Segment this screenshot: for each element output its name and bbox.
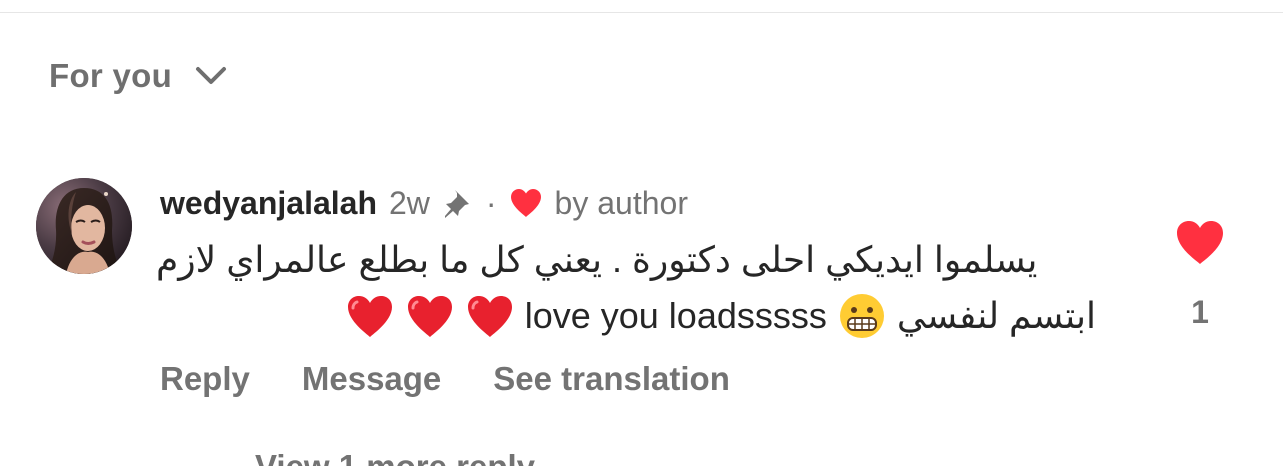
see-translation-button[interactable]: See translation <box>493 360 730 398</box>
reply-button[interactable]: Reply <box>160 360 250 398</box>
comment-time: 2w <box>388 184 430 221</box>
comment-text: يسلموا ايديكي احلى دكتورة . يعني كل ما ب… <box>156 232 1096 344</box>
comment-text-english: love you loadsssss <box>524 295 827 336</box>
like-count: 1 <box>1191 294 1209 330</box>
message-button[interactable]: Message <box>302 360 441 398</box>
red-heart-emoji <box>467 296 512 337</box>
username[interactable]: wedyanjalalah <box>160 185 377 222</box>
chevron-down-icon <box>196 67 227 84</box>
top-divider <box>0 12 1283 13</box>
like-heart-icon[interactable] <box>1174 218 1226 266</box>
red-heart-emoji <box>407 296 452 337</box>
heart-icon <box>510 189 541 217</box>
comment-text-line-2: love you loadsssss ابتسم لنفسي <box>156 288 1096 344</box>
view-replies-button[interactable]: View 1 more reply <box>255 448 535 466</box>
separator-dot: · <box>485 184 497 221</box>
avatar-image <box>36 178 132 274</box>
by-author-label: by author <box>554 184 688 221</box>
comment-actions: Reply Message See translation <box>160 360 730 398</box>
grimacing-face-emoji <box>839 294 884 338</box>
sort-dropdown[interactable]: For you <box>49 53 228 99</box>
avatar[interactable] <box>36 178 132 274</box>
comment-header: wedyanjalalah 2w · by author <box>160 182 688 224</box>
comments-panel: For you wedyanjalalah 2w · by author يسل… <box>0 0 1283 466</box>
pin-icon <box>444 190 469 218</box>
red-heart-emoji <box>347 296 392 337</box>
comment: wedyanjalalah 2w · by author يسلموا ايدي… <box>36 178 1236 418</box>
comment-text-arabic: ابتسم لنفسي <box>896 295 1096 336</box>
sort-label: For you <box>49 57 173 94</box>
comment-text-line-1: يسلموا ايديكي احلى دكتورة . يعني كل ما ب… <box>156 239 1038 280</box>
like-column: 1 <box>1170 218 1230 338</box>
